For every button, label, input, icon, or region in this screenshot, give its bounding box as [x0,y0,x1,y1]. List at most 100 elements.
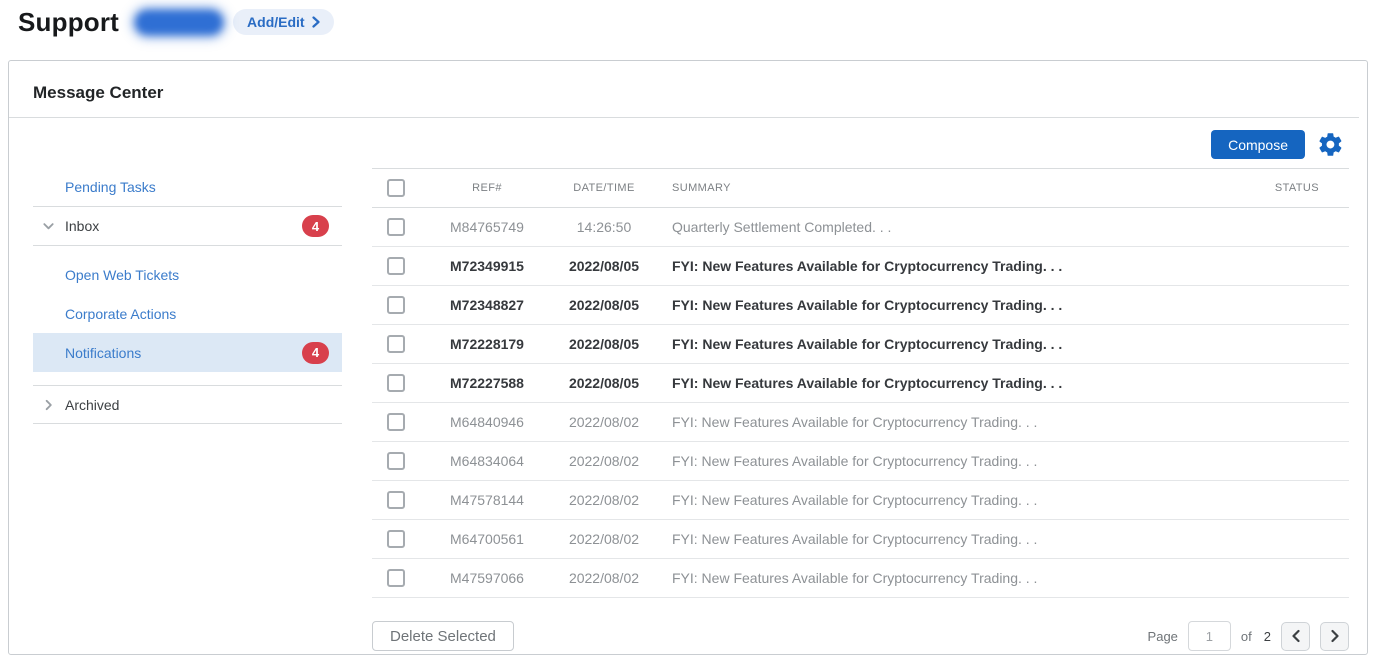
message-datetime: 2022/08/05 [548,247,660,286]
message-ref: M64700561 [426,520,548,559]
message-datetime: 2022/08/05 [548,325,660,364]
column-header-datetime: DATE/TIME [548,169,660,208]
message-summary: FYI: New Features Available for Cryptocu… [660,442,1253,481]
notifications-unread-badge: 4 [302,342,329,364]
pagination: Page of 2 [1148,621,1349,651]
panel-content: Pending Tasks Inbox 4 Open Web Tickets C… [9,162,1367,651]
select-all-checkbox[interactable] [387,179,405,197]
sidebar-item-label: Corporate Actions [65,306,176,322]
message-datetime: 14:26:50 [548,208,660,247]
sidebar-item-corporate-actions[interactable]: Corporate Actions [33,294,342,333]
page-number-input[interactable] [1188,621,1231,651]
inbox-unread-badge: 4 [302,215,329,237]
sidebar-item-archived[interactable]: Archived [33,385,342,424]
sidebar-item-inbox[interactable]: Inbox 4 [33,207,342,246]
message-table-body: M8476574914:26:50Quarterly Settlement Co… [372,208,1349,598]
column-header-status: STATUS [1253,169,1349,208]
sidebar-item-label: Pending Tasks [65,179,156,195]
message-datetime: 2022/08/02 [548,520,660,559]
message-row[interactable]: M648409462022/08/02FYI: New Features Ava… [372,403,1349,442]
message-summary: FYI: New Features Available for Cryptocu… [660,364,1253,403]
redacted-account-button[interactable] [135,10,223,35]
compose-button[interactable]: Compose [1211,130,1305,159]
inbox-subgroup: Open Web Tickets Corporate Actions Notif… [33,255,342,372]
of-label: of [1241,629,1252,644]
chevron-right-icon [312,16,320,28]
message-status [1253,442,1349,481]
message-status [1253,286,1349,325]
message-row[interactable]: M723499152022/08/05FYI: New Features Ava… [372,247,1349,286]
message-datetime: 2022/08/02 [548,481,660,520]
table-header-row: REF# DATE/TIME SUMMARY STATUS [372,169,1349,208]
message-row[interactable]: M475781442022/08/02FYI: New Features Ava… [372,481,1349,520]
panel-title: Message Center [9,61,1367,117]
add-edit-button[interactable]: Add/Edit [233,9,334,35]
row-checkbox[interactable] [387,452,405,470]
row-checkbox[interactable] [387,257,405,275]
message-ref: M72349915 [426,247,548,286]
message-status [1253,403,1349,442]
page-label: Page [1148,629,1178,644]
message-summary: FYI: New Features Available for Cryptocu… [660,286,1253,325]
row-checkbox[interactable] [387,296,405,314]
message-summary: FYI: New Features Available for Cryptocu… [660,325,1253,364]
sidebar-item-label: Archived [65,397,119,413]
message-status [1253,208,1349,247]
row-checkbox[interactable] [387,530,405,548]
column-header-summary: SUMMARY [660,169,1253,208]
message-row[interactable]: M722275882022/08/05FYI: New Features Ava… [372,364,1349,403]
column-header-ref: REF# [426,169,548,208]
next-page-button[interactable] [1320,622,1349,651]
message-datetime: 2022/08/05 [548,364,660,403]
message-datetime: 2022/08/02 [548,403,660,442]
delete-selected-button[interactable]: Delete Selected [372,621,514,651]
message-summary: FYI: New Features Available for Cryptocu… [660,481,1253,520]
message-status [1253,247,1349,286]
message-ref: M64840946 [426,403,548,442]
row-checkbox[interactable] [387,491,405,509]
message-row[interactable]: M475970662022/08/02FYI: New Features Ava… [372,559,1349,598]
message-status [1253,520,1349,559]
message-datetime: 2022/08/05 [548,286,660,325]
chevron-left-icon [1291,629,1301,643]
gear-icon[interactable] [1317,131,1345,159]
row-checkbox[interactable] [387,374,405,392]
message-status [1253,481,1349,520]
page-header: Support Add/Edit [0,0,1376,40]
message-ref: M47578144 [426,481,548,520]
message-datetime: 2022/08/02 [548,559,660,598]
message-ref: M47597066 [426,559,548,598]
message-status [1253,364,1349,403]
page-title: Support [18,7,119,38]
message-list-area: REF# DATE/TIME SUMMARY STATUS M847657491… [372,168,1349,651]
table-footer: Delete Selected Page of 2 [372,621,1349,651]
row-checkbox[interactable] [387,569,405,587]
row-checkbox[interactable] [387,413,405,431]
message-summary: FYI: New Features Available for Cryptocu… [660,559,1253,598]
message-summary: FYI: New Features Available for Cryptocu… [660,403,1253,442]
message-status [1253,325,1349,364]
message-status [1253,559,1349,598]
total-pages: 2 [1264,629,1271,644]
message-row[interactable]: M647005612022/08/02FYI: New Features Ava… [372,520,1349,559]
row-checkbox[interactable] [387,218,405,236]
row-checkbox[interactable] [387,335,405,353]
sidebar-spacer [33,372,342,385]
sidebar-item-open-web-tickets[interactable]: Open Web Tickets [33,255,342,294]
message-table: REF# DATE/TIME SUMMARY STATUS M847657491… [372,168,1349,598]
message-row[interactable]: M648340642022/08/02FYI: New Features Ava… [372,442,1349,481]
sidebar: Pending Tasks Inbox 4 Open Web Tickets C… [33,168,342,651]
message-ref: M64834064 [426,442,548,481]
message-center-panel: Message Center Compose Pending Tasks Inb… [8,60,1368,655]
sidebar-item-label: Notifications [65,345,141,361]
sidebar-item-label: Inbox [65,218,99,234]
sidebar-item-pending-tasks[interactable]: Pending Tasks [33,168,342,207]
toolbar: Compose [9,118,1367,162]
message-ref: M84765749 [426,208,548,247]
prev-page-button[interactable] [1281,622,1310,651]
message-row[interactable]: M8476574914:26:50Quarterly Settlement Co… [372,208,1349,247]
chevron-right-icon [1330,629,1340,643]
message-row[interactable]: M723488272022/08/05FYI: New Features Ava… [372,286,1349,325]
message-row[interactable]: M722281792022/08/05FYI: New Features Ava… [372,325,1349,364]
sidebar-item-notifications[interactable]: Notifications 4 [33,333,342,372]
